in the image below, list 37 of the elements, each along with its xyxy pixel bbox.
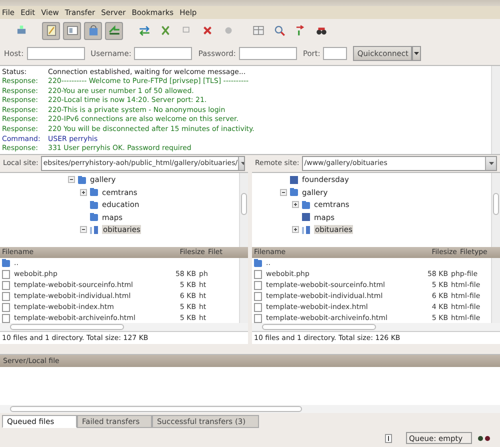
- collapse-icon[interactable]: [68, 176, 75, 184]
- scrollbar[interactable]: [239, 258, 248, 323]
- toolbar-button[interactable]: [105, 22, 123, 40]
- caret-icon: [241, 162, 244, 165]
- folder-icon: [78, 176, 86, 184]
- folder-icon: [90, 188, 98, 196]
- input-field[interactable]: [323, 47, 348, 60]
- folder-icon: [2, 259, 10, 268]
- scrollbar[interactable]: [491, 258, 500, 323]
- input-field[interactable]: [238, 47, 297, 60]
- collapse-icon[interactable]: [80, 226, 87, 234]
- collapse-icon[interactable]: [280, 188, 287, 196]
- notepad-icon: [44, 24, 58, 38]
- magnifier-icon: [272, 24, 286, 38]
- expand-icon[interactable]: [292, 226, 299, 234]
- dropdown-button[interactable]: [412, 46, 422, 62]
- padlock-icon: [86, 24, 100, 38]
- open-folder-icon: [302, 226, 311, 234]
- folder-icon: [90, 200, 98, 209]
- expand-icon[interactable]: [292, 201, 299, 208]
- folder-icon: [290, 188, 298, 196]
- folder-icon: [90, 213, 98, 222]
- folder-icon: [302, 200, 310, 209]
- window-icon: [66, 24, 78, 38]
- folder-icon: [254, 259, 262, 268]
- scrollbar[interactable]: [239, 172, 248, 247]
- open-folder-icon: [90, 226, 99, 234]
- caret-icon: [414, 52, 420, 56]
- input-field[interactable]: [26, 47, 85, 60]
- expand-icon[interactable]: [80, 188, 87, 196]
- scrollbar[interactable]: [491, 172, 500, 247]
- input-field[interactable]: [134, 47, 192, 60]
- sync-arrows-icon: [138, 24, 150, 38]
- scrollbar[interactable]: [0, 405, 500, 414]
- scrollbar[interactable]: [491, 66, 500, 154]
- grid-icon: [252, 24, 264, 38]
- caret-icon: [488, 162, 494, 165]
